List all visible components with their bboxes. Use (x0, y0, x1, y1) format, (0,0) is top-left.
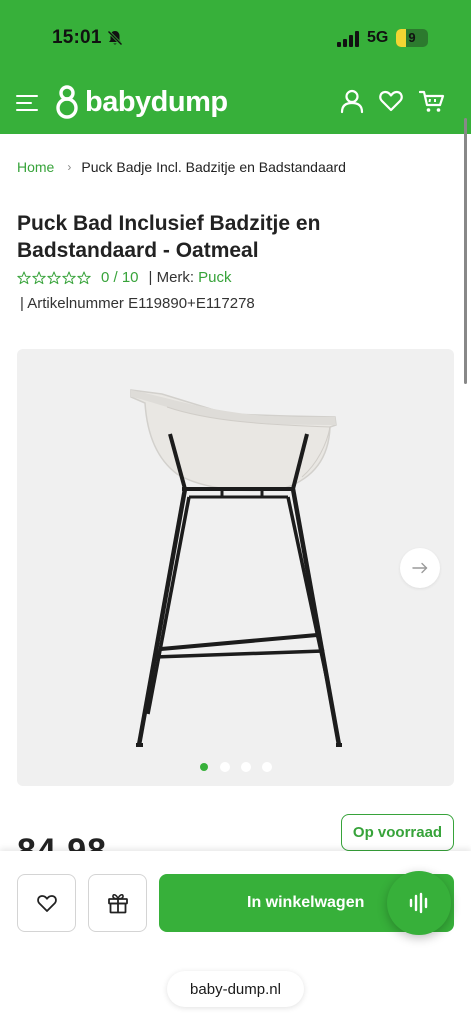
signal-icon (337, 31, 359, 47)
stock-badge: Op voorraad (341, 814, 454, 851)
logo-mark-icon (56, 85, 78, 119)
sku-value: E119890+E117278 (128, 295, 255, 312)
sticky-action-bar: In winkelwagen baby-dump.nl (0, 851, 471, 1024)
gift-icon (107, 893, 128, 914)
product-gallery[interactable] (17, 349, 454, 786)
bell-off-icon (107, 30, 123, 46)
gift-button[interactable] (88, 874, 147, 932)
battery-level: 9 (408, 30, 416, 45)
arrow-right-icon (412, 562, 428, 574)
star-icon (47, 271, 61, 284)
page-scrollbar[interactable] (464, 118, 467, 384)
site-logo[interactable]: babydump (54, 82, 228, 122)
battery-icon: 9 (396, 29, 428, 47)
breadcrumb: Home › Puck Badje Incl. Badzitje en Bads… (17, 159, 346, 175)
gallery-dot[interactable] (200, 763, 208, 771)
status-time: 15:01 (52, 27, 102, 48)
product-title: Puck Bad Inclusief Badzitje en Badstanda… (17, 212, 321, 262)
star-icon (62, 271, 76, 284)
gallery-dot[interactable] (220, 762, 230, 772)
audio-wave-icon (409, 892, 428, 914)
browser-url-bar[interactable]: baby-dump.nl (167, 971, 304, 1007)
heart-outline-icon (36, 895, 57, 912)
account-icon[interactable] (339, 88, 365, 114)
chevron-right-icon: › (67, 160, 72, 174)
brand-label: | Merk: (148, 269, 195, 286)
logo-text: babydump (85, 85, 228, 118)
rating-stars[interactable] (17, 271, 91, 285)
wishlist-button[interactable] (17, 874, 76, 932)
rating-value[interactable]: 0 / 10 (101, 269, 139, 286)
gallery-next-button[interactable] (400, 548, 440, 588)
status-bar: 15:01 5G 9 (0, 0, 471, 76)
cart-icon[interactable] (419, 88, 445, 114)
product-meta: 0 / 10 | Merk: Puck (17, 269, 231, 286)
breadcrumb-current[interactable]: Puck Badje Incl. Badzitje en Badstandaar… (81, 159, 346, 175)
sku-row: | Artikelnummer E119890+E117278 (20, 295, 255, 312)
gallery-dot[interactable] (262, 762, 272, 772)
voice-assistant-button[interactable] (387, 871, 451, 935)
brand-link[interactable]: Puck (198, 269, 231, 286)
star-icon (77, 271, 91, 284)
sku-label: | Artikelnummer (20, 295, 124, 312)
network-type: 5G (367, 29, 389, 46)
site-header: babydump (0, 76, 471, 134)
gallery-pagination (199, 762, 272, 772)
star-icon (32, 271, 46, 284)
heart-icon[interactable] (378, 88, 404, 114)
product-image (130, 389, 342, 747)
breadcrumb-home-link[interactable]: Home (17, 159, 54, 175)
star-icon (17, 271, 31, 284)
gallery-dot[interactable] (241, 762, 251, 772)
menu-icon[interactable] (16, 93, 38, 113)
